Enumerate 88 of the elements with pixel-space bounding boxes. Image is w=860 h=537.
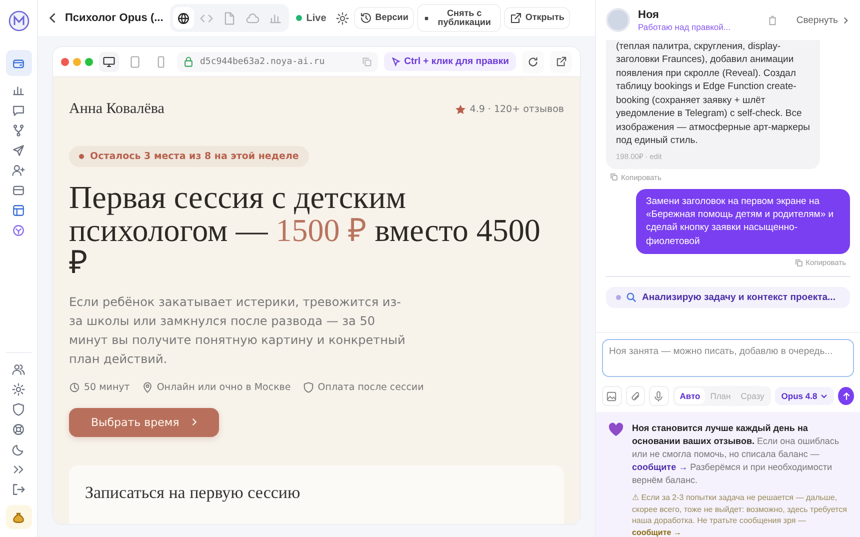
report-link[interactable]: сообщите →: [632, 462, 688, 472]
bar-chart-icon: [12, 84, 25, 96]
users-icon: [12, 362, 25, 376]
lock-icon: [183, 56, 194, 67]
clock-icon: [69, 382, 80, 393]
file-icon: [223, 12, 236, 24]
microphone-icon: [653, 390, 664, 402]
paper-plane-icon: [12, 144, 25, 156]
copy-icon: [794, 258, 803, 267]
cursor-icon: [391, 56, 402, 66]
collapse-button[interactable]: Свернуть: [796, 14, 850, 26]
feedback-text: Ноя становится лучше каждый день на основании ваших отзывов. Если она ошиблась или не смогла помочь, но списала баланс — сообщите → Разберёмся и при необходимости вернём баланс.: [632, 422, 840, 488]
assistant-status: Работаю над правкой...: [638, 22, 732, 32]
copy-icon: [610, 173, 618, 182]
mode-tab[interactable]: Авто: [674, 388, 706, 404]
choose-time-button[interactable]: Выбрать время: [69, 408, 220, 437]
globe-icon: [177, 12, 190, 24]
shield-icon: [302, 382, 314, 393]
rating-text: 4.9 · 120+ отзывов: [470, 104, 564, 115]
maximize-dot[interactable]: [85, 58, 93, 66]
cloud-icon: [246, 12, 260, 24]
history-icon: [360, 12, 372, 24]
toolbar-button[interactable]: Открыть: [504, 7, 570, 29]
location-pin-icon: [142, 382, 153, 393]
paperclip-icon: [630, 390, 641, 402]
attach-button[interactable]: [626, 386, 646, 406]
warning-text: ⚠ Если за 2-3 попытки задача не решается — дальше, скорее всего, тоже не выйдет: возможно, здесь требуется наша доработка. Не тратьте сообщения зря — сообщите →: [632, 492, 848, 537]
activity-text: Анализирую задачу и контекст проекта...: [642, 292, 836, 304]
send-button[interactable]: [838, 387, 854, 405]
open-external-button[interactable]: [550, 50, 572, 72]
card-icon: [12, 184, 25, 196]
bar-chart-icon: [269, 12, 282, 24]
edit-hint: Ctrl + клик для правки: [384, 52, 516, 71]
branch-icon: [12, 124, 25, 136]
external-link-icon: [556, 56, 566, 67]
phone-icon: [155, 56, 167, 68]
close-dot[interactable]: [61, 58, 69, 66]
logout-icon: [12, 482, 25, 496]
user-message: Замени заголовок на первом экране на «Бережная помощь детям и родителям» и сделай кнопку заявки насыщенно-фиолетовой: [636, 188, 850, 254]
external-link-icon: [510, 12, 522, 24]
layout-icon: [12, 204, 25, 216]
live-status: Live: [306, 12, 326, 24]
lifebuoy-icon: [12, 422, 25, 436]
fact-label: Оплата после сессии: [318, 382, 424, 393]
availability-badge: Осталось 3 места из 8 на этой неделе: [69, 146, 309, 167]
message-input[interactable]: Ноя занята — можно писать, добавлю в очередь...: [602, 339, 854, 377]
hero-headline: Первая сессия с детским психологом — 1500 ₽ вместо 4500 ₽: [69, 181, 542, 279]
reload-button[interactable]: [522, 50, 544, 72]
arrow-up-icon: [842, 392, 851, 400]
wallet-icon: [12, 56, 25, 70]
shield-icon: [12, 402, 25, 416]
toolbar-button[interactable]: Снять с публикации: [417, 4, 502, 32]
heart-icon: [608, 422, 624, 438]
hero-description: Если ребёнок закатывает истерики, тревожится из-за школы или замкнулся после развода — за 50 минут вы получите понятную картину и конкретный план действий.: [69, 294, 406, 368]
minimize-dot[interactable]: [73, 58, 81, 66]
moon-icon: [12, 442, 25, 456]
fact-label: Онлайн или очно в Москве: [156, 382, 291, 393]
avatar: [606, 8, 630, 32]
view-tab[interactable]: [173, 7, 194, 29]
desktop-icon: [103, 56, 115, 68]
fact-label: 50 минут: [84, 382, 130, 393]
toolbar-button[interactable]: Версии: [354, 7, 414, 29]
model-dropdown[interactable]: Opus 4.8: [775, 387, 834, 405]
site-brand: Анна Ковалёва: [69, 101, 164, 118]
tablet-icon: [129, 56, 141, 68]
status-dot: [296, 15, 302, 21]
image-icon: [606, 390, 618, 402]
message-text: (теплая палитра, скругления, display-заголовки Fraunces), добавил анимации появления при скролле (Reveal). Создал таблицу bookings и Edge Function create-booking (сохраняет заявку + шлёт уведомление в Telegram) с self-check. Все изображения — атмосферные арт-маркеры под единый стиль.: [616, 41, 810, 146]
add-user-icon: [12, 164, 25, 176]
chevron-right-icon: [841, 16, 850, 24]
booking-card-title: Записаться на первую сессию: [85, 482, 300, 502]
trash-icon: [767, 14, 778, 26]
search-icon: [626, 292, 637, 304]
money-bag-icon: [12, 510, 25, 524]
caret-icon: [820, 392, 828, 400]
star-icon: [454, 104, 466, 115]
image-button[interactable]: [602, 386, 622, 406]
chat-icon: [12, 104, 25, 116]
address-bar[interactable]: d5c944be63a2.noya-ai.ru: [177, 52, 378, 72]
report-link[interactable]: сообщите →: [632, 528, 682, 537]
reload-icon: [527, 56, 539, 68]
device-button[interactable]: [99, 52, 119, 72]
microphone-button[interactable]: [649, 386, 669, 406]
code-icon: [200, 12, 214, 24]
assistant-name: Ноя: [638, 8, 660, 20]
logo-icon[interactable]: [8, 10, 30, 32]
project-title: Психолог Opus (...: [65, 12, 164, 24]
double-chevron-icon: [12, 462, 25, 476]
